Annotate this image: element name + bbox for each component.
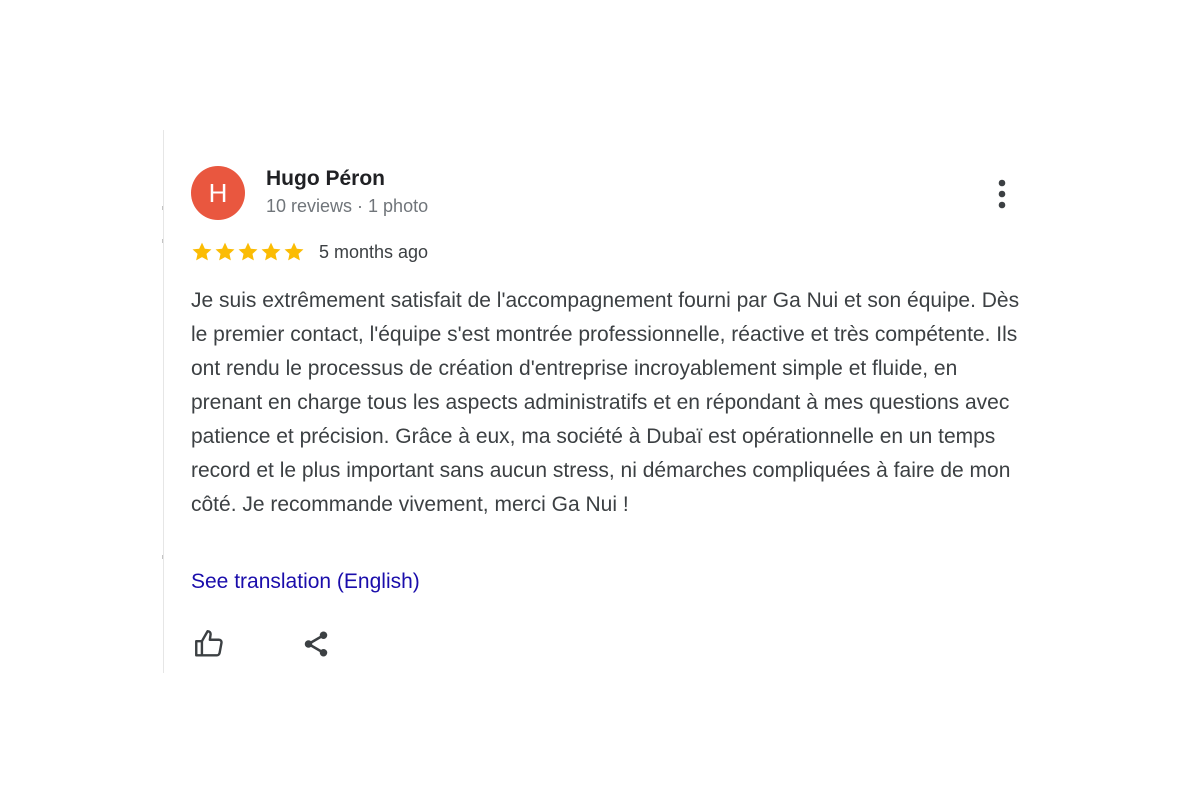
divider-tick bbox=[162, 206, 163, 210]
reviewer-meta[interactable]: 10 reviews · 1 photo bbox=[266, 196, 428, 217]
star-icon bbox=[261, 242, 281, 261]
share-icon bbox=[304, 631, 328, 657]
rating-row: 5 months ago bbox=[191, 238, 428, 266]
left-divider bbox=[163, 130, 164, 673]
review-page: H Hugo Péron 10 reviews · 1 photo 5 mont… bbox=[0, 0, 1200, 803]
divider-tick bbox=[162, 239, 163, 243]
review-date: 5 months ago bbox=[319, 241, 429, 262]
reviewer-name[interactable]: Hugo Péron bbox=[266, 167, 385, 191]
review-text: Je suis extrêmement satisfait de l'accom… bbox=[191, 289, 1020, 516]
divider-tick bbox=[162, 555, 163, 559]
see-translation-link[interactable]: See translation (English) bbox=[191, 570, 420, 594]
review-card: H Hugo Péron 10 reviews · 1 photo 5 mont… bbox=[191, 164, 1021, 657]
star-icon bbox=[284, 242, 304, 261]
share-button[interactable] bbox=[298, 626, 334, 662]
more-options-button[interactable] bbox=[987, 176, 1017, 212]
avatar[interactable]: H bbox=[191, 166, 245, 220]
more-vertical-icon bbox=[998, 179, 1006, 209]
star-icon bbox=[192, 242, 212, 261]
thumbs-up-icon bbox=[195, 630, 223, 657]
review-header: H Hugo Péron 10 reviews · 1 photo bbox=[191, 164, 1021, 220]
star-icon bbox=[215, 242, 235, 261]
like-button[interactable] bbox=[191, 626, 227, 662]
star-icon bbox=[238, 242, 258, 261]
star-rating bbox=[191, 241, 305, 263]
